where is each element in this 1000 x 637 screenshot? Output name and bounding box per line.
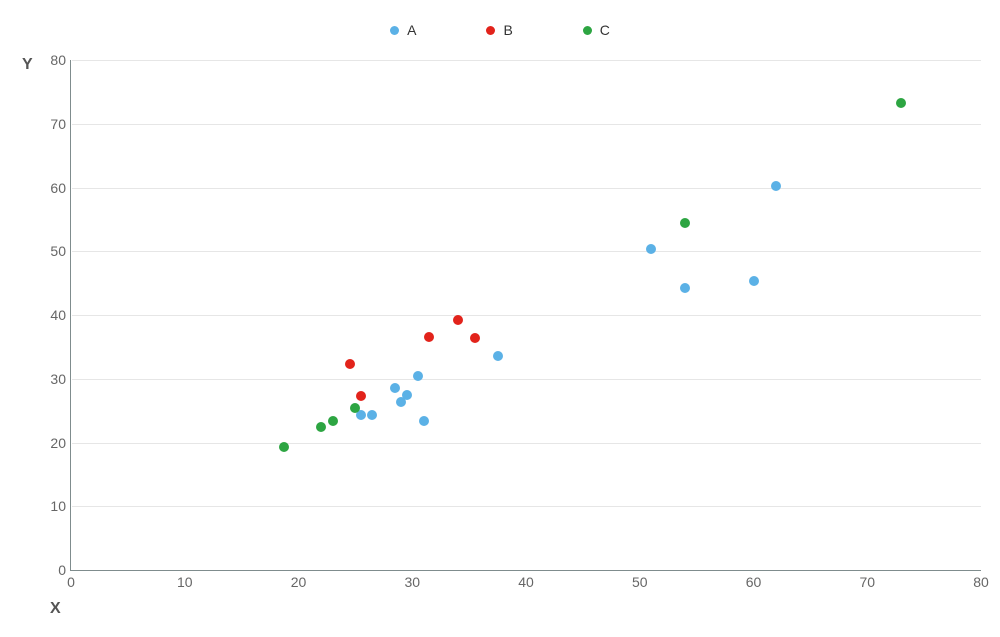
data-point-a: [771, 181, 781, 191]
data-point-a: [749, 276, 759, 286]
gridline-y: [72, 379, 981, 380]
y-tick-label: 20: [50, 435, 66, 451]
data-point-b: [356, 391, 366, 401]
y-tick-label: 10: [50, 498, 66, 514]
x-axis-label: X: [50, 600, 61, 618]
legend-swatch-b: [486, 26, 495, 35]
x-tick-label: 30: [404, 574, 420, 590]
y-tick-label: 50: [50, 243, 66, 259]
legend: A B C: [0, 22, 1000, 38]
legend-label-c: C: [600, 22, 610, 38]
y-tick-label: 30: [50, 371, 66, 387]
data-point-b: [470, 333, 480, 343]
data-point-b: [453, 315, 463, 325]
gridline-y: [72, 443, 981, 444]
data-point-a: [390, 383, 400, 393]
data-point-a: [413, 371, 423, 381]
y-tick-label: 0: [58, 562, 66, 578]
gridline-y: [72, 60, 981, 61]
data-point-a: [419, 416, 429, 426]
data-point-c: [316, 422, 326, 432]
legend-label-a: A: [407, 22, 416, 38]
y-tick-label: 60: [50, 180, 66, 196]
data-point-a: [493, 351, 503, 361]
data-point-c: [279, 442, 289, 452]
data-point-b: [424, 332, 434, 342]
x-tick-label: 80: [973, 574, 989, 590]
data-point-c: [350, 403, 360, 413]
legend-label-b: B: [503, 22, 512, 38]
y-axis-label: Y: [22, 56, 33, 74]
y-tick-label: 80: [50, 52, 66, 68]
x-tick-label: 70: [859, 574, 875, 590]
x-tick-label: 50: [632, 574, 648, 590]
axes: 0102030405060708001020304050607080: [70, 60, 981, 571]
gridline-y: [72, 315, 981, 316]
data-point-a: [646, 244, 656, 254]
x-tick-label: 40: [518, 574, 534, 590]
legend-item-b: B: [486, 22, 512, 38]
gridline-y: [72, 124, 981, 125]
x-tick-label: 60: [746, 574, 762, 590]
data-point-a: [402, 390, 412, 400]
x-tick-label: 20: [291, 574, 307, 590]
data-point-a: [680, 283, 690, 293]
legend-item-c: C: [583, 22, 610, 38]
y-tick-label: 70: [50, 116, 66, 132]
y-tick-label: 40: [50, 307, 66, 323]
x-tick-label: 10: [177, 574, 193, 590]
legend-swatch-a: [390, 26, 399, 35]
data-point-b: [345, 359, 355, 369]
data-point-a: [367, 410, 377, 420]
legend-item-a: A: [390, 22, 416, 38]
gridline-y: [72, 251, 981, 252]
x-tick-label: 0: [67, 574, 75, 590]
gridline-y: [72, 188, 981, 189]
legend-swatch-c: [583, 26, 592, 35]
scatter-chart: A B C Y X 010203040506070800102030405060…: [0, 0, 1000, 637]
gridline-y: [72, 506, 981, 507]
data-point-c: [680, 218, 690, 228]
data-point-c: [896, 98, 906, 108]
plot-area: 0102030405060708001020304050607080: [70, 60, 980, 570]
data-point-c: [328, 416, 338, 426]
